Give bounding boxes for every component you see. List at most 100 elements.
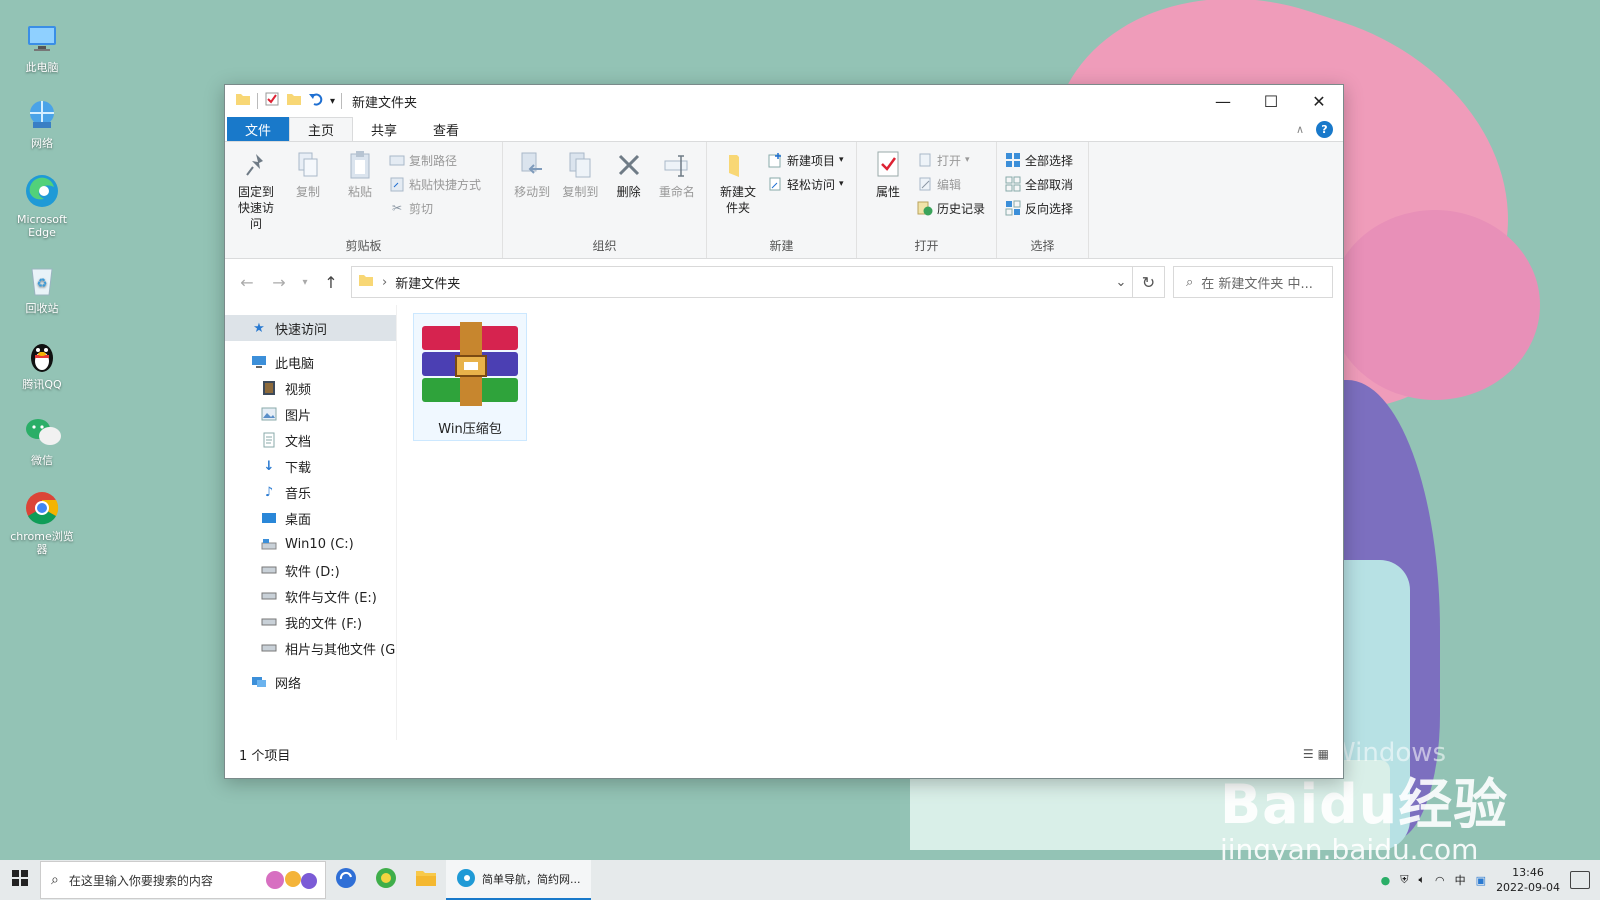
properties-icon (872, 148, 904, 182)
details-view-icon[interactable]: ☰ (1303, 747, 1314, 761)
easy-access-button[interactable]: 轻松访问 ▾ (767, 174, 844, 194)
nav-network[interactable]: 网络 (225, 669, 396, 695)
edit-button[interactable]: 编辑 (917, 174, 985, 194)
close-button[interactable]: ✕ (1295, 85, 1343, 117)
new-folder-qat-icon[interactable] (286, 91, 302, 111)
copy-to-icon (564, 148, 596, 182)
start-button[interactable] (0, 860, 40, 900)
taskbar-app-sogou[interactable] (326, 860, 366, 900)
input-method-icon[interactable]: 中 (1455, 872, 1466, 888)
network-icon (23, 96, 61, 134)
drive-icon (261, 640, 277, 656)
up-arrow-icon[interactable]: ↑ (319, 273, 343, 292)
nav-drive-e[interactable]: 软件与文件 (E:) (225, 583, 396, 609)
nav-quick-access[interactable]: ★ 快速访问 (225, 315, 396, 341)
nav-this-pc[interactable]: 此电脑 (225, 349, 396, 375)
file-item[interactable]: Win压缩包 (413, 313, 527, 441)
drive-icon (261, 614, 277, 630)
taskbar-app-edge[interactable]: 简单导航，简约网... (446, 860, 591, 900)
select-all-button[interactable]: 全部选择 (1005, 150, 1073, 170)
invert-selection-button[interactable]: 反向选择 (1005, 198, 1073, 218)
taskbar-search-box[interactable]: ⌕ 在这里输入你要搜索的内容 (40, 861, 326, 899)
nav-pictures[interactable]: 图片 (225, 401, 396, 427)
notification-center-icon[interactable] (1570, 871, 1590, 889)
undo-icon[interactable] (308, 91, 324, 111)
refresh-button[interactable]: ↻ (1133, 266, 1165, 298)
desktop-icon-wechat[interactable]: 微信 (6, 413, 78, 467)
taskbar-app-360[interactable] (366, 860, 406, 900)
new-item-button[interactable]: 新建项目 ▾ (767, 150, 844, 170)
desktop-icon-edge[interactable]: Microsoft Edge (6, 172, 78, 239)
drive-icon (261, 588, 277, 604)
properties-qat-icon[interactable] (264, 91, 280, 111)
title-bar[interactable]: ▾ 新建文件夹 — ☐ ✕ (225, 85, 1343, 117)
edge-icon (456, 868, 476, 891)
tab-file[interactable]: 文件 (227, 117, 290, 141)
nav-drive-d[interactable]: 软件 (D:) (225, 557, 396, 583)
nav-drive-f[interactable]: 我的文件 (F:) (225, 609, 396, 635)
nav-music[interactable]: ♪ 音乐 (225, 479, 396, 505)
tab-home[interactable]: 主页 (289, 117, 354, 141)
help-icon[interactable]: ? (1316, 120, 1333, 138)
taskbar-search-placeholder: 在这里输入你要搜索的内容 (68, 873, 213, 888)
dropdown-arrow-icon: ▾ (965, 155, 970, 165)
history-button[interactable]: 历史记录 (917, 198, 985, 218)
large-icons-view-icon[interactable]: ▦ (1318, 747, 1329, 761)
open-button[interactable]: 打开 ▾ (917, 150, 985, 170)
forward-arrow-icon[interactable]: → (267, 273, 291, 292)
folder-icon (235, 91, 251, 111)
open-icon (917, 152, 933, 168)
wallpaper-hat-fur (1330, 210, 1540, 400)
refresh-icon: ↻ (1141, 272, 1156, 292)
organize-group: 移动到 复制到 删除 重命名 组织 (503, 142, 707, 258)
file-list-area[interactable]: Win压缩包 (397, 305, 1343, 740)
nav-drive-c[interactable]: Win10 (C:) (225, 531, 396, 557)
paste-shortcut-button[interactable]: 粘贴快捷方式 (389, 174, 481, 194)
recent-dropdown-icon[interactable]: ▾ (299, 277, 311, 288)
maximize-button[interactable]: ☐ (1247, 85, 1295, 117)
back-arrow-icon[interactable]: ← (235, 273, 259, 292)
network-icon (251, 674, 267, 690)
copy-path-button[interactable]: 复制路径 (389, 150, 481, 170)
clock[interactable]: 13:46 2022-09-04 (1496, 865, 1560, 895)
security-shield-icon[interactable]: ⛨ (1400, 873, 1408, 887)
open-group-label: 打开 (914, 239, 939, 253)
360-browser-icon (375, 867, 397, 893)
breadcrumb-folder[interactable]: 新建文件夹 (395, 273, 460, 292)
new-group: 新建文件夹 新建项目 ▾ 轻松访问 ▾ 新建 (707, 142, 857, 258)
address-bar[interactable]: › 新建文件夹 ⌄ (351, 266, 1133, 298)
desktop-icon-recycle-bin[interactable]: ♻ 回收站 (6, 261, 78, 315)
nav-documents[interactable]: 文档 (225, 427, 396, 453)
taskbar-app-file-explorer[interactable] (406, 860, 446, 900)
wifi-icon[interactable]: ◠ (1435, 874, 1445, 887)
wechat-tray-icon[interactable]: ● (1381, 874, 1391, 887)
minimize-button[interactable]: — (1199, 85, 1247, 117)
collapse-ribbon-icon[interactable]: ∧ (1296, 123, 1304, 136)
ribbon: 固定到快速访问 复制 粘贴 复制路径 粘贴快捷方式 ✂ 剪切 剪贴板 移动到 复… (225, 141, 1343, 259)
desktop-icon-chrome[interactable]: chrome浏览器 (6, 489, 78, 556)
search-input[interactable]: ⌕ 在 新建文件夹 中... (1173, 266, 1333, 298)
navigation-pane: ★ 快速访问 此电脑 视频 图片 文档 ↓ 下载 ♪ 音乐 桌面 Win10 (C:)… (225, 305, 397, 740)
desktop-icon-this-pc[interactable]: 此电脑 (6, 20, 78, 74)
qq-tray-icon[interactable]: ▣ (1476, 874, 1486, 887)
dropdown-arrow-icon: ▾ (839, 155, 844, 165)
edit-icon (917, 176, 933, 192)
cut-button[interactable]: ✂ 剪切 (389, 198, 481, 218)
nav-videos[interactable]: 视频 (225, 375, 396, 401)
organize-group-label: 组织 (592, 239, 617, 253)
address-dropdown-icon[interactable]: ⌄ (1110, 275, 1132, 290)
breadcrumb-chevron-icon[interactable]: › (382, 275, 387, 290)
nav-desktop[interactable]: 桌面 (225, 505, 396, 531)
desktop-icon-network[interactable]: 网络 (6, 96, 78, 150)
tab-share[interactable]: 共享 (353, 117, 415, 141)
nav-downloads[interactable]: ↓ 下载 (225, 453, 396, 479)
svg-text:♻: ♻ (37, 276, 48, 290)
recycle-bin-icon: ♻ (23, 261, 61, 299)
desktop-icon-qq[interactable]: 腾讯QQ (6, 337, 78, 391)
tab-view[interactable]: 查看 (415, 117, 477, 141)
qat-dropdown-icon[interactable]: ▾ (330, 96, 335, 107)
nav-drive-g[interactable]: 相片与其他文件 (G: (225, 635, 396, 661)
select-none-button[interactable]: 全部取消 (1005, 174, 1073, 194)
volume-icon[interactable]: 🔈︎ (1418, 873, 1425, 887)
new-folder-icon (722, 148, 754, 182)
